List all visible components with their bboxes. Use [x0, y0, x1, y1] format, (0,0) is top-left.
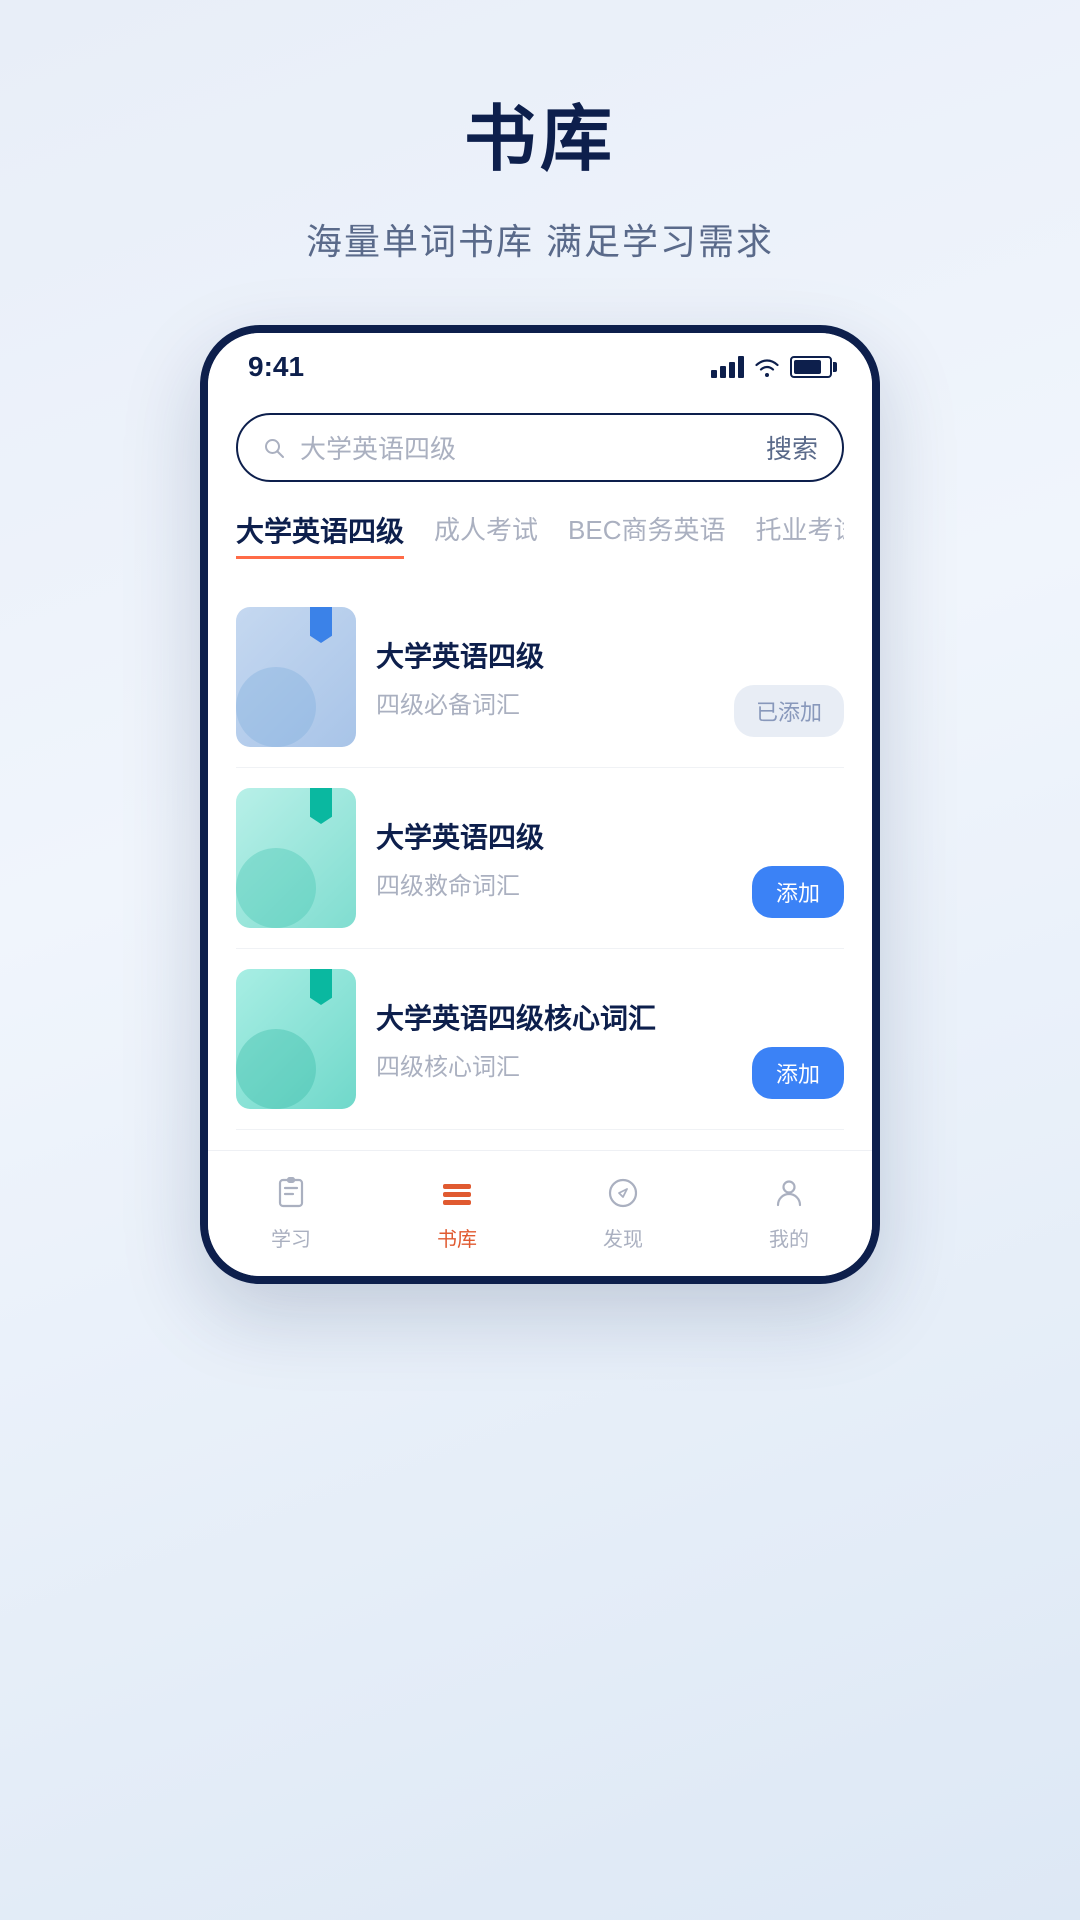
mine-icon: [767, 1171, 811, 1215]
study-icon: [269, 1171, 313, 1215]
book-list: 大学英语四级 四级必备词汇 已添加 大学英语四级 四级救命词汇 添加: [236, 587, 844, 1150]
phone-content: 大学英语四级 搜索 大学英语四级 成人考试 BEC商务英语 托业考试4 大学英语…: [208, 413, 872, 1150]
library-icon: [435, 1171, 479, 1215]
battery-icon: [790, 356, 832, 378]
btn-add-3[interactable]: 添加: [752, 1047, 844, 1099]
book-action-wrap-3: 添加: [752, 1047, 844, 1109]
page-title: 书库: [464, 80, 616, 185]
btn-added-1[interactable]: 已添加: [734, 685, 844, 737]
book-decoration-1: [236, 667, 316, 747]
nav-item-library[interactable]: 书库: [407, 1171, 507, 1252]
tab-adult[interactable]: 成人考试: [434, 510, 538, 559]
book-decoration-3: [236, 1029, 316, 1109]
nav-label-mine: 我的: [769, 1223, 809, 1252]
book-bookmark-1: [310, 607, 332, 643]
btn-add-2[interactable]: 添加: [752, 866, 844, 918]
signal-icon: [711, 356, 744, 378]
book-title-1: 大学英语四级: [376, 635, 714, 675]
book-desc-3: 四级核心词汇: [376, 1047, 732, 1082]
book-info-1: 大学英语四级 四级必备词汇: [376, 635, 714, 720]
book-action-wrap-1: 已添加: [734, 685, 844, 747]
book-bookmark-2: [310, 788, 332, 824]
book-cover-1: [236, 607, 356, 747]
book-bookmark-3: [310, 969, 332, 1005]
discover-icon: [601, 1171, 645, 1215]
book-info-3: 大学英语四级核心词汇 四级核心词汇: [376, 997, 732, 1082]
search-bar[interactable]: 大学英语四级 搜索: [236, 413, 844, 482]
nav-item-discover[interactable]: 发现: [573, 1171, 673, 1252]
nav-label-discover: 发现: [603, 1223, 643, 1252]
book-desc-2: 四级救命词汇: [376, 866, 732, 901]
tab-toeic[interactable]: 托业考试4: [756, 510, 845, 559]
nav-label-study: 学习: [271, 1223, 311, 1252]
book-decoration-2: [236, 848, 316, 928]
search-input[interactable]: 大学英语四级: [300, 429, 752, 466]
book-title-3: 大学英语四级核心词汇: [376, 997, 732, 1037]
wifi-icon: [754, 357, 780, 377]
tab-bec[interactable]: BEC商务英语: [568, 510, 725, 559]
status-bar: 9:41: [208, 333, 872, 393]
book-cover-2: [236, 788, 356, 928]
nav-label-library: 书库: [437, 1223, 477, 1252]
book-desc-1: 四级必备词汇: [376, 685, 714, 720]
phone-frame: 9:41: [200, 325, 880, 1284]
page-subtitle: 海量单词书库 满足学习需求: [306, 213, 774, 265]
book-item-3: 大学英语四级核心词汇 四级核心词汇 添加: [236, 949, 844, 1130]
book-cover-3: [236, 969, 356, 1109]
search-icon: [262, 436, 286, 460]
status-time: 9:41: [248, 351, 304, 383]
tab-cet4[interactable]: 大学英语四级: [236, 510, 404, 559]
status-icons: [711, 356, 832, 378]
category-tabs: 大学英语四级 成人考试 BEC商务英语 托业考试4: [236, 510, 844, 563]
nav-item-study[interactable]: 学习: [241, 1171, 341, 1252]
book-item-2: 大学英语四级 四级救命词汇 添加: [236, 768, 844, 949]
book-title-2: 大学英语四级: [376, 816, 732, 856]
book-item-1: 大学英语四级 四级必备词汇 已添加: [236, 587, 844, 768]
search-button[interactable]: 搜索: [766, 429, 818, 466]
bottom-nav: 学习 书库 发现: [208, 1150, 872, 1276]
book-info-2: 大学英语四级 四级救命词汇: [376, 816, 732, 901]
nav-item-mine[interactable]: 我的: [739, 1171, 839, 1252]
book-action-wrap-2: 添加: [752, 866, 844, 928]
